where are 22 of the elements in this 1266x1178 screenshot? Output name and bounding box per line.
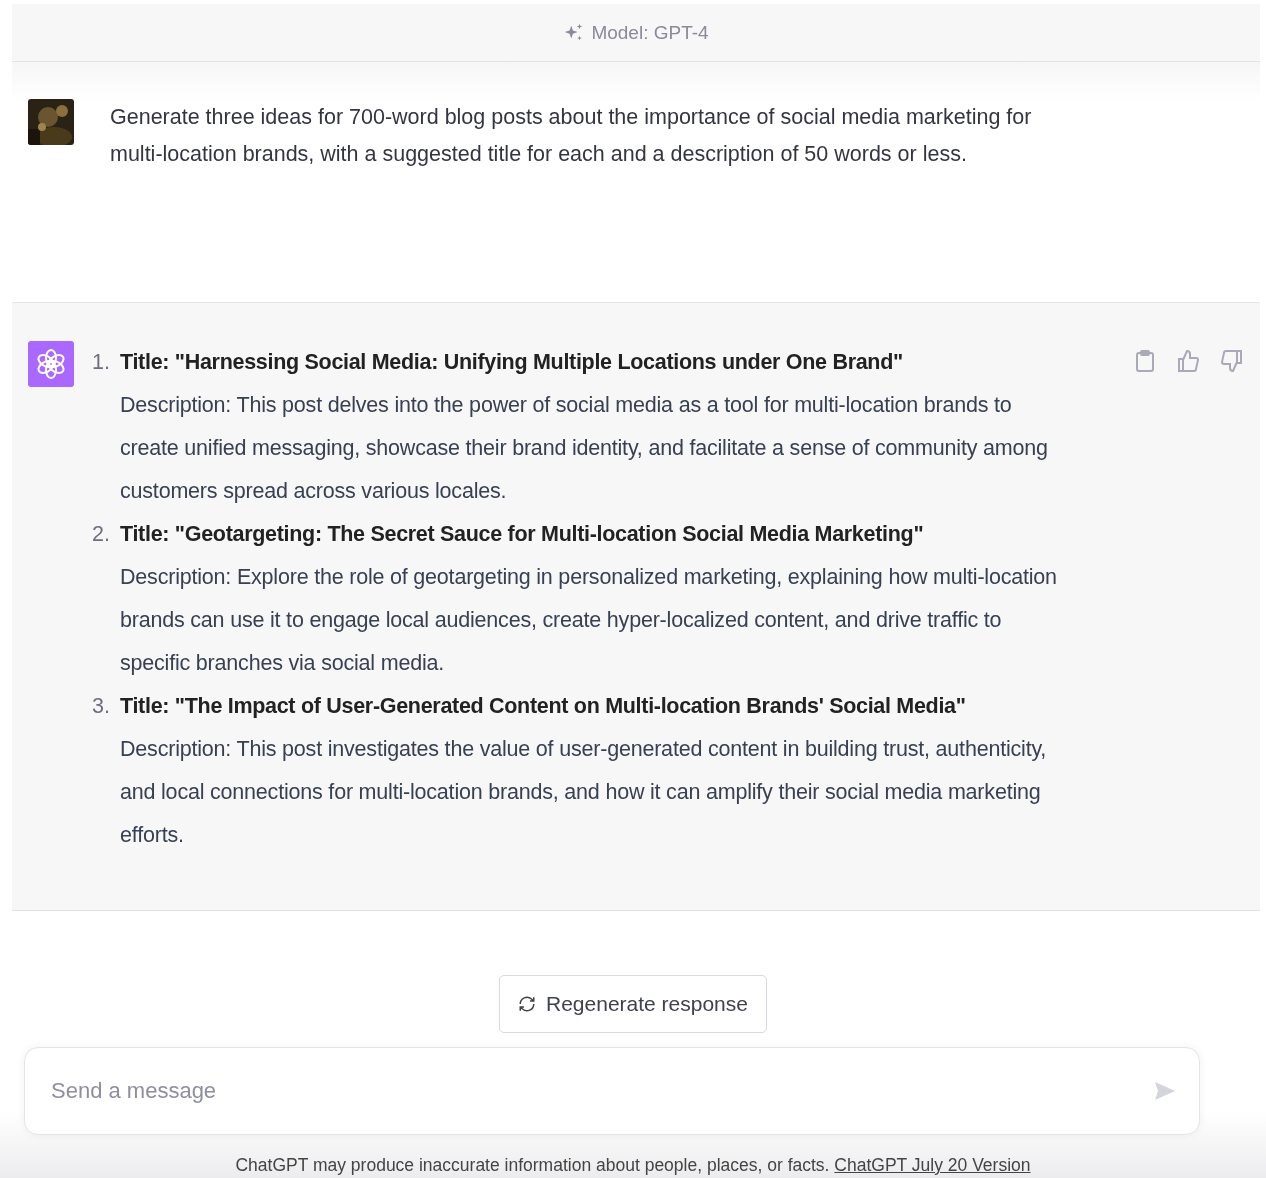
post-description: Description: Explore the role of geotargeting in personalized marketing, explaining how multi-location brands can use it to engage local audiences, create hyper-localized content, and drive traffic to specific branches via social media. [120, 564, 1058, 677]
message-input[interactable]: Send a message [49, 1077, 1153, 1105]
regenerate-button[interactable]: Regenerate response [499, 975, 767, 1033]
list-number: 3. [91, 693, 110, 720]
message-field[interactable]: Send a message [24, 1047, 1200, 1135]
list-number: 1. [91, 349, 110, 376]
copy-icon[interactable] [1134, 349, 1156, 375]
thumbs-down-icon[interactable] [1220, 349, 1244, 375]
post-title: Title: "The Impact of User-Generated Content on Multi-location Brands' Social Media" [120, 693, 967, 720]
version-link[interactable]: ChatGPT July 20 Version [834, 1155, 1031, 1175]
disclaimer-text: ChatGPT may produce inaccurate information about people, places, or facts. ChatGPT July 20 Version [235, 1155, 1031, 1176]
refresh-icon [518, 995, 536, 1013]
post-description: Description: This post delves into the power of social media as a tool for multi-location brands to create unified messaging, showcase their brand identity, and facilitate a sense of community among customers spread across various locales. [120, 392, 1049, 505]
post-title: Title: "Geotargeting: The Secret Sauce for Multi-location Social Media Marketing" [120, 521, 925, 548]
post-title: Title: "Harnessing Social Media: Unifying Multiple Locations under One Brand" [120, 349, 904, 376]
post-description: Description: This post investigates the value of user-generated content in building trust, authenticity, and local connections for multi-location brands, and how it can amplify their social media marketing efforts. [120, 736, 1048, 849]
send-icon[interactable] [1153, 1079, 1177, 1103]
assistant-logo-icon [28, 341, 74, 387]
user-message: Generate three ideas for 700-word blog posts about the importance of social media marketing for multi-location brands, with a suggested title for each and a description of 50 words or less. [110, 104, 1033, 168]
list-number: 2. [91, 521, 110, 548]
thumbs-up-icon[interactable] [1176, 349, 1200, 375]
model-label: Model: GPT-4 [591, 21, 709, 44]
